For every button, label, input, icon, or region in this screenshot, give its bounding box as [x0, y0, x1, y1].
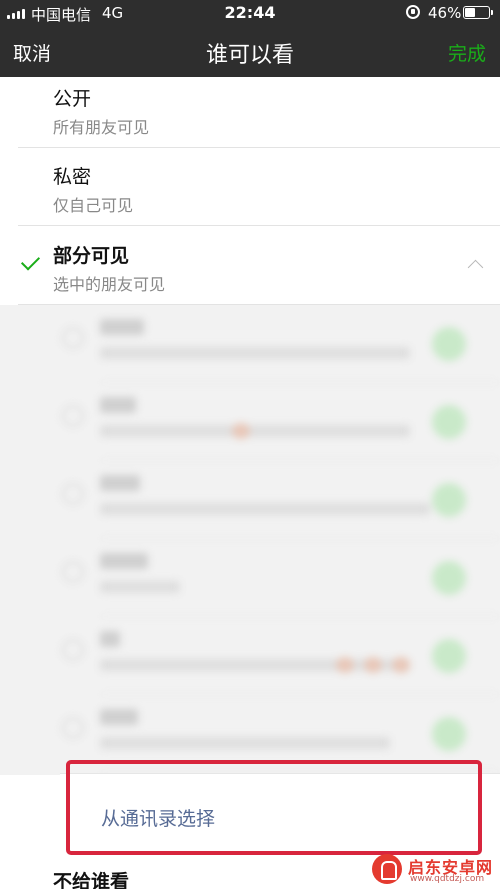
- option-private[interactable]: 私密 仅自己可见: [0, 148, 500, 225]
- option-subtitle: 选中的朋友可见: [53, 275, 166, 294]
- tag-list-blurred: [0, 305, 500, 775]
- select-from-contacts-button[interactable]: 从通讯录选择: [60, 773, 500, 853]
- battery-icon: [463, 6, 493, 19]
- watermark: 启东安卓网 www.qdtdzj.com: [370, 852, 500, 889]
- option-hide-from[interactable]: 不给谁看: [53, 867, 129, 889]
- list-item[interactable]: [0, 617, 500, 695]
- clock: 22:44: [224, 3, 276, 22]
- page-title: 谁可以看: [205, 43, 294, 68]
- option-public[interactable]: 公开 所有朋友可见: [0, 77, 500, 147]
- list-item[interactable]: [0, 539, 500, 617]
- list-item[interactable]: [0, 461, 500, 539]
- option-subtitle: 仅自己可见: [53, 196, 134, 215]
- watermark-url: www.qdtdzj.com: [410, 874, 485, 884]
- list-item[interactable]: [0, 695, 500, 773]
- list-item[interactable]: [0, 383, 500, 461]
- nav-bar: 取消 谁可以看 完成: [0, 26, 500, 77]
- done-button[interactable]: 完成: [448, 39, 486, 66]
- option-subtitle: 所有朋友可见: [53, 118, 150, 137]
- select-from-contacts-label: 从通讯录选择: [101, 808, 216, 830]
- status-bar: 中国电信 4G 22:44 46%: [0, 0, 500, 26]
- rotation-lock-icon: [406, 5, 420, 19]
- option-partial[interactable]: 部分可见 选中的朋友可见: [0, 226, 500, 304]
- option-title: 私密: [53, 166, 92, 188]
- battery-percent: 46%: [428, 4, 462, 22]
- watermark-logo-icon: [372, 854, 402, 884]
- list-item[interactable]: [0, 305, 500, 383]
- option-title: 部分可见: [53, 245, 130, 267]
- option-title: 公开: [53, 88, 92, 110]
